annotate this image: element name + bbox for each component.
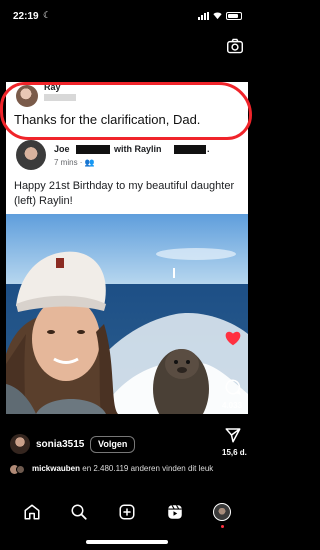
nav-create[interactable] bbox=[117, 502, 137, 522]
liker-username: mickwauben bbox=[32, 464, 81, 473]
moon-icon: ☾ bbox=[43, 10, 52, 20]
notification-dot bbox=[221, 525, 225, 528]
home-icon bbox=[24, 504, 40, 520]
plus-square-icon bbox=[119, 504, 135, 520]
original-poster-name: Joe bbox=[54, 144, 70, 154]
original-poster-avatar bbox=[16, 140, 46, 170]
friends-icon: 👥 bbox=[84, 158, 95, 167]
camera-icon[interactable] bbox=[226, 38, 244, 54]
author-username[interactable]: sonia3515 bbox=[36, 439, 84, 450]
post-meta: 7 mins · 👥 bbox=[54, 158, 95, 167]
selfie-photo bbox=[6, 214, 248, 414]
nav-search[interactable] bbox=[69, 502, 89, 522]
cellular-signal-icon bbox=[198, 12, 209, 20]
comment-count: 4.033 bbox=[222, 401, 243, 410]
redaction-bar bbox=[76, 145, 110, 154]
comment-icon[interactable] bbox=[224, 378, 242, 396]
tagged-text: with Raylin bbox=[114, 144, 162, 154]
send-icon[interactable] bbox=[224, 426, 242, 444]
period: . bbox=[207, 144, 210, 154]
bottom-nav bbox=[0, 496, 254, 528]
nav-home[interactable] bbox=[22, 502, 42, 522]
battery-icon bbox=[226, 12, 242, 20]
wifi-icon bbox=[213, 12, 222, 20]
share-count: 15,6 d. bbox=[222, 448, 247, 457]
likes-summary[interactable]: mickwauben en 2.480.119 anderen vinden d… bbox=[32, 463, 222, 474]
status-time: 22:19 bbox=[13, 11, 39, 22]
search-icon bbox=[71, 504, 88, 520]
nav-reels[interactable] bbox=[165, 502, 185, 522]
profile-avatar bbox=[213, 503, 232, 528]
heart-icon[interactable] bbox=[224, 330, 242, 346]
author-avatar[interactable] bbox=[10, 434, 30, 454]
reels-icon bbox=[167, 504, 182, 519]
status-bar: 22:19 ☾ bbox=[0, 0, 254, 32]
home-indicator bbox=[86, 540, 168, 544]
follow-button[interactable]: Volgen bbox=[90, 436, 136, 453]
redaction-bar bbox=[174, 145, 206, 154]
birthday-text: Happy 21st Birthday to my beautiful daug… bbox=[14, 180, 235, 207]
red-highlight-oval bbox=[0, 82, 252, 140]
liker-avatar bbox=[16, 465, 25, 474]
nav-profile[interactable] bbox=[212, 502, 232, 528]
